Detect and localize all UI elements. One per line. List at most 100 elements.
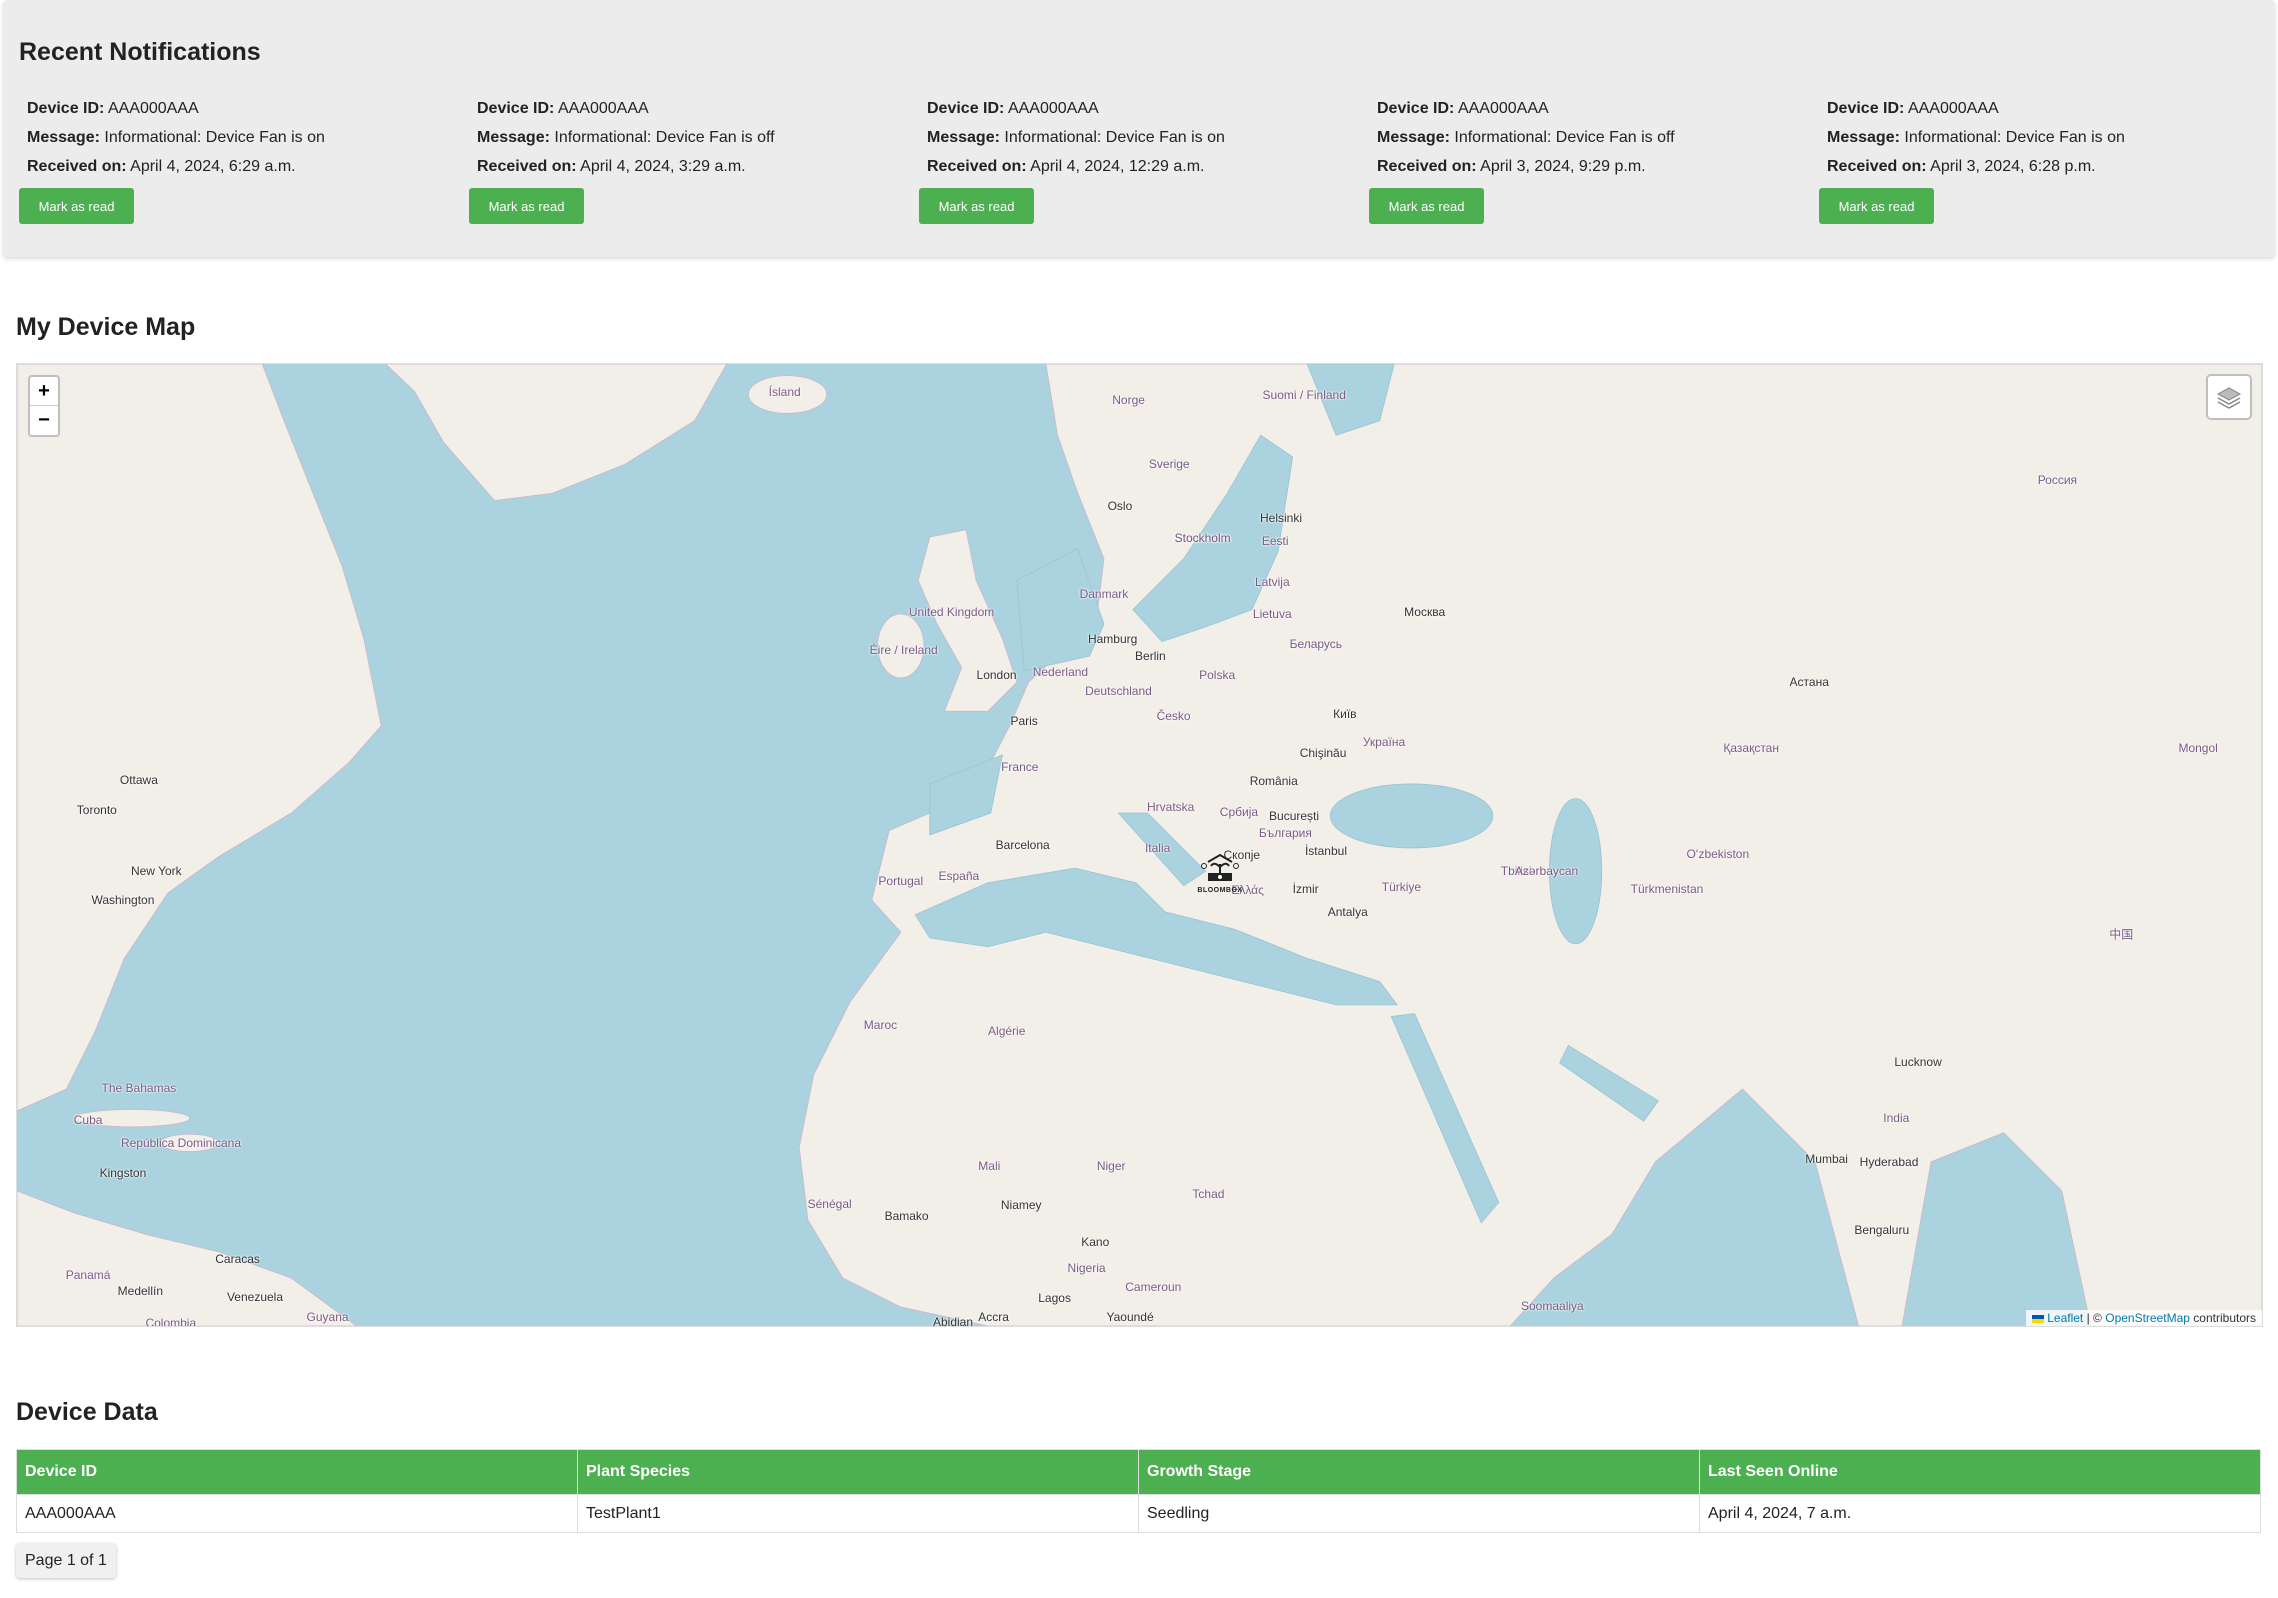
leaflet-link[interactable]: Leaflet: [2047, 1311, 2083, 1325]
map-label: Oslo: [1107, 499, 1133, 514]
column-header: Plant Species: [577, 1449, 1139, 1495]
greenland-land: [384, 364, 728, 502]
map-label: 中国: [2109, 927, 2134, 942]
notification-received: Received on: April 4, 2024, 3:29 a.m.: [477, 158, 746, 175]
table-cell: April 4, 2024, 7 a.m.: [1699, 1494, 2261, 1533]
map-label: Oʻzbekiston: [1686, 846, 1750, 861]
device-data-title: Device Data: [16, 1398, 158, 1426]
map-label: Lietuva: [1252, 606, 1292, 621]
map-label: Yaoundé: [1106, 1310, 1154, 1325]
notification-message: Message: Informational: Device Fan is of…: [477, 129, 775, 146]
map-label: România: [1249, 774, 1298, 789]
notification-device-id: Device ID: AAA000AAA: [477, 100, 649, 117]
notification-message: Message: Informational: Device Fan is on: [27, 129, 325, 146]
zoom-control: + −: [28, 375, 60, 437]
map-label: Hamburg: [1087, 631, 1138, 646]
south-america-land: [17, 1190, 358, 1326]
map-label: Polska: [1199, 667, 1236, 682]
map-label: Sénégal: [807, 1196, 852, 1211]
map-label: Stockholm: [1174, 531, 1231, 546]
mark-as-read-button[interactable]: Mark as read: [1819, 188, 1934, 224]
north-sea: [1016, 547, 1105, 672]
map-attribution: Leaflet | © OpenStreetMap contributors: [2025, 1310, 2262, 1326]
map-label: New York: [130, 864, 182, 879]
map-label: Ísland: [768, 384, 801, 399]
notification-device-id: Device ID: AAA000AAA: [1377, 100, 1549, 117]
map-label: Caracas: [215, 1252, 260, 1267]
map-label: Washington: [91, 893, 155, 908]
table-cell: TestPlant1: [577, 1494, 1139, 1533]
map-label: Soomaaliya: [1521, 1298, 1584, 1313]
notification-device-id: Device ID: AAA000AAA: [927, 100, 1099, 117]
map-label: Italia: [1144, 840, 1171, 855]
notifications-panel: Recent Notifications Device ID: AAA000AA…: [3, 0, 2275, 257]
map-label: Azərbaycan: [1514, 864, 1579, 879]
map-label: Venezuela: [226, 1289, 284, 1304]
notification-message: Message: Informational: Device Fan is on: [927, 129, 1225, 146]
map-label: Algérie: [988, 1024, 1026, 1038]
map-label: България: [1258, 826, 1312, 841]
device-map[interactable]: Ísland Norge Sverige Suomi / Finland Oslo Sto…: [16, 363, 2263, 1327]
map-label: Cuba: [73, 1112, 103, 1127]
north-america-land: [17, 364, 382, 1112]
table-cell: AAA000AAA: [16, 1494, 578, 1533]
map-label: İzmir: [1292, 881, 1319, 896]
map-label: Hyderabad: [1859, 1154, 1919, 1169]
map-label: Latvija: [1254, 574, 1290, 589]
notification-received: Received on: April 4, 2024, 12:29 a.m.: [927, 158, 1205, 175]
layers-button[interactable]: [2206, 374, 2252, 420]
pagination-indicator[interactable]: Page 1 of 1: [16, 1543, 116, 1578]
map-label: República Dominicana: [120, 1135, 242, 1150]
map-label: Bengaluru: [1854, 1223, 1910, 1238]
map-label: İstanbul: [1304, 843, 1347, 858]
map-tiles: [17, 364, 2262, 1326]
device-marker[interactable]: BLOOMBOX: [1195, 852, 1245, 894]
map-label: Chişinău: [1299, 746, 1347, 761]
map-label: France: [1001, 759, 1039, 774]
attribution-suffix: contributors: [2193, 1311, 2256, 1325]
map-label: Paris: [1010, 714, 1038, 729]
map-label: Србија: [1219, 804, 1259, 819]
map-title: My Device Map: [16, 313, 196, 341]
map-label: Cameroun: [1125, 1279, 1182, 1294]
mark-as-read-button[interactable]: Mark as read: [1369, 188, 1484, 224]
notification-received: Received on: April 3, 2024, 9:29 p.m.: [1377, 158, 1646, 175]
ukraine-flag-icon: [2031, 1314, 2044, 1323]
map-label: Hrvatska: [1147, 800, 1195, 815]
map-label: Guyana: [306, 1310, 349, 1325]
mark-as-read-button[interactable]: Mark as read: [19, 188, 134, 224]
map-label: Danmark: [1079, 586, 1129, 601]
column-header: Device ID: [16, 1449, 578, 1495]
mark-as-read-button[interactable]: Mark as read: [919, 188, 1034, 224]
notification-message: Message: Informational: Device Fan is on: [1827, 129, 2125, 146]
layers-icon: [2216, 387, 2242, 409]
table-row: AAA000AAA TestPlant1 Seedling April 4, 2024…: [16, 1494, 2261, 1533]
notification-card: Device ID: AAA000AAA Message: Informatio…: [1369, 94, 1817, 224]
map-label: Česko: [1156, 708, 1191, 723]
map-label: Kingston: [99, 1166, 147, 1181]
map-label: Türkiye: [1381, 880, 1422, 895]
map-label: Ottawa: [119, 772, 158, 787]
attribution-separator: | ©: [2086, 1311, 2102, 1325]
map-label: Lagos: [1038, 1291, 1071, 1306]
map-label: Suomi / Finland: [1262, 387, 1346, 402]
map-label: Nigeria: [1067, 1260, 1106, 1275]
map-label: Norge: [1112, 393, 1145, 408]
map-label: Беларусь: [1289, 637, 1343, 652]
zoom-in-button[interactable]: +: [30, 377, 58, 406]
map-label: Colombia: [145, 1316, 197, 1327]
map-label: Niger: [1096, 1159, 1126, 1174]
mark-as-read-button[interactable]: Mark as read: [469, 188, 584, 224]
map-label: Nederland: [1032, 665, 1089, 680]
map-label: Mumbai: [1805, 1151, 1848, 1166]
osm-link[interactable]: OpenStreetMap: [2105, 1311, 2190, 1325]
notifications-title: Recent Notifications: [19, 38, 261, 66]
device-data-table: Device ID Plant Species Growth Stage Last S…: [16, 1449, 2261, 1533]
map-label: Accra: [978, 1310, 1009, 1325]
notification-message: Message: Informational: Device Fan is of…: [1377, 129, 1675, 146]
notification-card: Device ID: AAA000AAA Message: Informatio…: [919, 94, 1367, 224]
map-label: Medellín: [117, 1284, 164, 1299]
map-label: Київ: [1333, 707, 1357, 722]
zoom-out-button[interactable]: −: [30, 406, 58, 435]
map-label: Deutschland: [1085, 683, 1152, 698]
